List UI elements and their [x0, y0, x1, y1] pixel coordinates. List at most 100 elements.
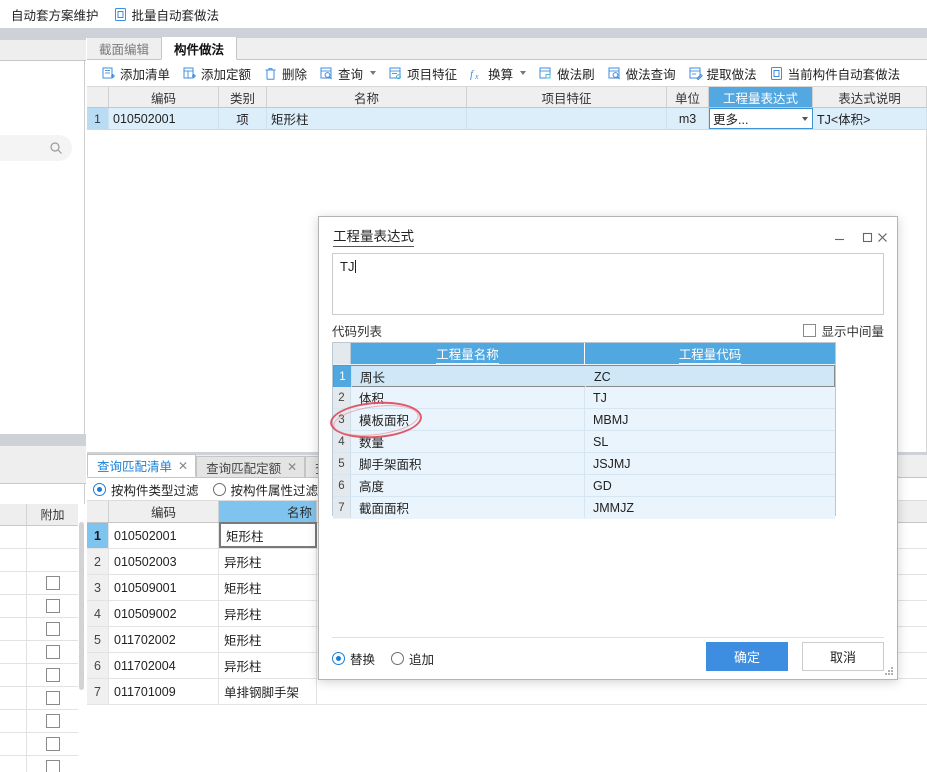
cell-code[interactable]: 011702002 — [109, 627, 219, 652]
cell-category[interactable]: 项 — [219, 108, 267, 129]
chevron-down-icon[interactable] — [520, 71, 527, 75]
attach-checkbox[interactable] — [45, 622, 60, 636]
filter-by-component-type[interactable]: 按构件类型过滤 — [93, 480, 199, 499]
cell-name[interactable]: 矩形柱 — [219, 627, 317, 652]
radio-component-property[interactable] — [212, 482, 226, 496]
attach-checkbox[interactable] — [45, 760, 60, 772]
cell-quantity-code[interactable]: MBMJ — [585, 409, 835, 430]
show-intermediate-checkbox-row[interactable]: 显示中间量 — [803, 321, 884, 340]
cell-feature[interactable] — [467, 108, 667, 129]
column-header-unit[interactable]: 单位 — [667, 87, 709, 107]
cell-code[interactable]: 010509002 — [109, 601, 219, 626]
cell-quantity-code[interactable]: ZC — [586, 366, 836, 387]
left-attach-row[interactable] — [0, 710, 78, 733]
close-icon[interactable]: ✕ — [287, 460, 297, 474]
method-query-button[interactable]: 做法查询 — [601, 62, 682, 85]
delete-button[interactable]: 删除 — [257, 62, 313, 85]
column-header-name[interactable]: 名称 — [267, 87, 467, 107]
expression-input[interactable]: TJ — [332, 253, 884, 315]
menu-item-batch-auto-method[interactable]: 批量自动套做法 — [106, 3, 227, 26]
cell-code[interactable]: 010509001 — [109, 575, 219, 600]
tab-component-method[interactable]: 构件做法 — [161, 37, 238, 60]
cell-quantity-code[interactable]: GD — [585, 475, 835, 496]
attach-checkbox[interactable] — [45, 645, 60, 659]
cell-name[interactable]: 异形柱 — [219, 653, 317, 678]
table-row[interactable]: 7 截面面积 JMMJZ — [333, 497, 835, 519]
attach-checkbox[interactable] — [45, 668, 60, 682]
cell-quantity-name[interactable]: 高度 — [351, 475, 585, 496]
attach-checkbox[interactable] — [45, 691, 60, 705]
cell-unit[interactable]: m3 — [667, 108, 709, 129]
table-row[interactable]: 1 周长 ZC — [333, 365, 835, 387]
left-attach-column-header[interactable]: 附加 — [27, 504, 78, 525]
match-column-header-code[interactable]: 编码 — [109, 501, 219, 522]
left-attach-row[interactable] — [0, 664, 78, 687]
cell-quantity-name[interactable]: 体积 — [351, 387, 585, 408]
radio-append[interactable] — [391, 651, 405, 665]
method-brush-button[interactable]: 做法刷 — [532, 62, 601, 85]
column-header-category[interactable]: 类别 — [219, 87, 267, 107]
left-attach-row[interactable] — [0, 526, 78, 549]
code-column-header-code[interactable]: 工程量代码 — [585, 343, 835, 364]
table-row[interactable]: 2 体积 TJ — [333, 387, 835, 409]
left-attach-row[interactable] — [0, 641, 78, 664]
add-quota-button[interactable]: 添加定额 — [176, 62, 257, 85]
filter-by-component-property[interactable]: 按构件属性过滤 — [212, 480, 318, 499]
extract-method-button[interactable]: 提取做法 — [682, 62, 763, 85]
cell-code[interactable]: 011701009 — [109, 679, 219, 704]
radio-component-type[interactable] — [93, 482, 106, 496]
left-grid-scroll-thumb[interactable] — [79, 522, 84, 690]
tab-query-match-list[interactable]: 查询匹配清单 ✕ — [87, 454, 197, 477]
cell-name[interactable]: 矩形柱 — [219, 522, 317, 548]
query-button[interactable]: 查询 — [313, 62, 382, 85]
minimize-icon[interactable] — [829, 227, 849, 247]
search-input[interactable] — [0, 135, 72, 161]
resize-grip[interactable] — [885, 667, 894, 676]
confirm-button[interactable]: 确定 — [706, 642, 788, 671]
cell-quantity-name[interactable]: 截面面积 — [351, 497, 585, 518]
cell-quantity-code[interactable]: TJ — [585, 387, 835, 408]
cell-name[interactable]: 矩形柱 — [267, 108, 467, 129]
left-attach-row[interactable] — [0, 756, 78, 772]
menu-item-auto-scheme-maintain[interactable]: 自动套方案维护 — [4, 3, 106, 26]
match-column-header-name[interactable]: 名称 — [219, 501, 317, 522]
dialog-title-bar[interactable]: 工程量表达式 — [319, 217, 897, 255]
cell-name[interactable]: 异形柱 — [219, 549, 317, 574]
cell-quantity-code[interactable]: JMMJZ — [585, 497, 835, 518]
table-row[interactable]: 7 011701009 单排钢脚手架 — [87, 679, 927, 705]
cell-name[interactable]: 矩形柱 — [219, 575, 317, 600]
cell-expression-desc[interactable]: TJ<体积> — [813, 108, 927, 129]
left-attach-row[interactable] — [0, 572, 78, 595]
tab-query-match-quota[interactable]: 查询匹配定额 ✕ — [196, 456, 306, 477]
column-header-expression[interactable]: 工程量表达式 — [709, 87, 813, 107]
cell-quantity-name[interactable]: 周长 — [352, 366, 586, 387]
table-row[interactable]: 3 模板面积 MBMJ — [333, 409, 835, 431]
cell-code[interactable]: 010502001 — [109, 523, 219, 548]
left-attach-row[interactable] — [0, 549, 78, 572]
show-intermediate-checkbox[interactable] — [803, 323, 817, 337]
table-row[interactable]: 1 010502001 项 矩形柱 m3 更多... TJ<体积> — [87, 108, 927, 130]
left-attach-row[interactable] — [0, 733, 78, 756]
attach-checkbox[interactable] — [45, 599, 60, 613]
left-attach-row[interactable] — [0, 687, 78, 710]
cell-expression-combo[interactable]: 更多... — [709, 108, 813, 129]
table-row[interactable]: 6 高度 GD — [333, 475, 835, 497]
code-column-header-name[interactable]: 工程量名称 — [351, 343, 585, 364]
column-header-expression-desc[interactable]: 表达式说明 — [813, 87, 927, 107]
project-feature-button[interactable]: 项目特征 — [382, 62, 463, 85]
cell-quantity-code[interactable]: JSJMJ — [585, 453, 835, 474]
cancel-button[interactable]: 取消 — [802, 642, 884, 671]
table-row[interactable]: 4 数量 SL — [333, 431, 835, 453]
column-header-feature[interactable]: 项目特征 — [467, 87, 667, 107]
chevron-down-icon[interactable] — [802, 117, 808, 121]
attach-checkbox[interactable] — [45, 737, 60, 751]
tab-section-edit[interactable]: 截面编辑 — [87, 37, 161, 59]
cell-quantity-code[interactable]: SL — [585, 431, 835, 452]
left-attach-row[interactable] — [0, 595, 78, 618]
cell-quantity-name[interactable]: 模板面积 — [351, 409, 585, 430]
cell-code[interactable]: 010502003 — [109, 549, 219, 574]
cell-code[interactable]: 010502001 — [109, 108, 219, 129]
table-row[interactable]: 5 脚手架面积 JSJMJ — [333, 453, 835, 475]
cell-code[interactable]: 011702004 — [109, 653, 219, 678]
current-component-auto-method-button[interactable]: 当前构件自动套做法 — [763, 62, 907, 85]
